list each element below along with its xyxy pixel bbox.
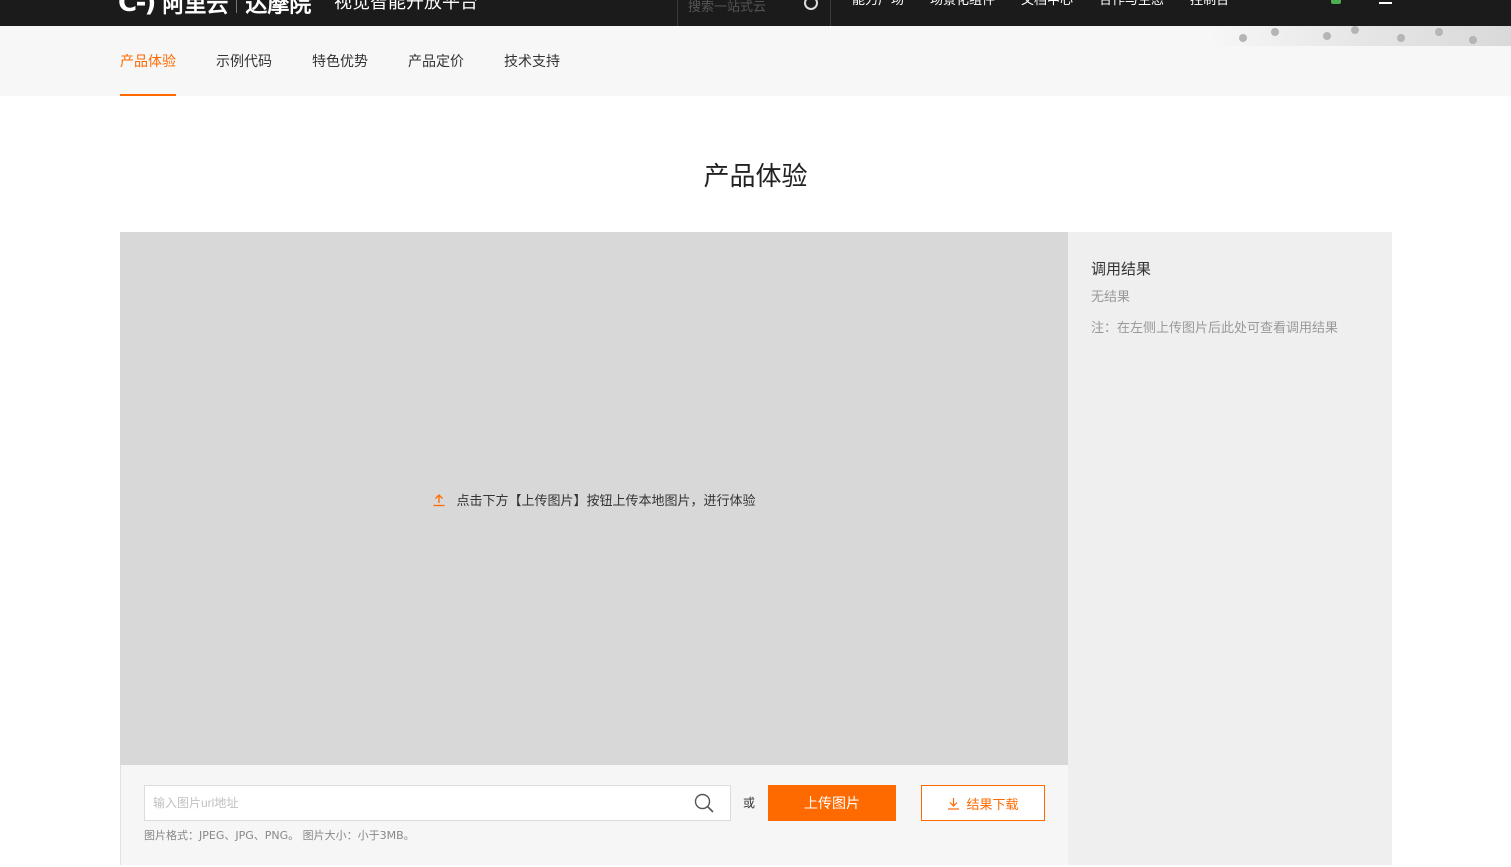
tab-support[interactable]: 技术支持 [504, 26, 560, 96]
section-title: 产品体验 [703, 162, 808, 192]
upload-hint-text: 点击下方【上传图片】按钮上传本地图片，进行体验 [456, 494, 756, 509]
nav-item[interactable]: 场景化组件 [930, 0, 995, 8]
nav-item[interactable]: 文档中心 [1021, 0, 1073, 8]
brand-logo[interactable]: C-) 阿里云 达摩院 [118, 0, 311, 20]
aliyun-logo-text: 阿里云 [162, 0, 229, 18]
nav-item[interactable]: 合作与生态 [1099, 0, 1164, 8]
nav-item[interactable]: 能力广场 [852, 0, 904, 8]
format-note: 图片格式：JPEG、JPG、PNG。 图片大小：小于3MB。 [144, 829, 415, 842]
download-icon [948, 797, 960, 810]
nav-item[interactable]: 控制台 [1190, 0, 1229, 8]
header-search[interactable]: 搜索一站式云 [677, 0, 831, 26]
product-subnav: 产品体验 示例代码 特色优势 产品定价 技术支持 [0, 26, 1511, 96]
tab-pricing[interactable]: 产品定价 [408, 26, 464, 96]
or-label: 或 [743, 796, 756, 810]
user-status-icon[interactable] [1331, 0, 1341, 4]
damo-logo-text: 达摩院 [245, 0, 312, 18]
aliyun-logo-icon: C-) [118, 0, 156, 18]
upload-hint: 点击下方【上传图片】按钮上传本地图片，进行体验 [120, 490, 1068, 509]
download-result-label: 结果下载 [966, 796, 1019, 812]
platform-title[interactable]: 视觉智能开放平台 [334, 0, 478, 14]
result-title: 调用结果 [1091, 260, 1152, 278]
decorative-banner [1211, 26, 1511, 46]
result-note: 注：在左侧上传图片后此处可查看调用结果 [1091, 321, 1339, 336]
header-nav: 能力广场 场景化组件 文档中心 合作与生态 控制台 [852, 0, 1229, 8]
result-empty-text: 无结果 [1091, 290, 1131, 305]
download-result-button[interactable]: 结果下载 [921, 785, 1045, 821]
search-icon[interactable] [694, 793, 714, 813]
tab-sample-code[interactable]: 示例代码 [216, 26, 272, 96]
image-url-input[interactable] [145, 786, 685, 820]
upload-image-button[interactable]: 上传图片 [768, 785, 896, 821]
upload-icon [433, 493, 445, 506]
subnav-tabs: 产品体验 示例代码 特色优势 产品定价 技术支持 [120, 26, 560, 96]
top-header: C-) 阿里云 达摩院 视觉智能开放平台 搜索一站式云 能力广场 场景化组件 文… [0, 0, 1511, 26]
divider [120, 765, 121, 865]
upload-controls: 或 上传图片 结果下载 图片格式：JPEG、JPG、PNG。 图片大小：小于3M… [120, 765, 1068, 865]
tab-product-experience[interactable]: 产品体验 [120, 26, 176, 96]
menu-icon[interactable] [1379, 2, 1392, 4]
result-panel: 调用结果 无结果 注：在左侧上传图片后此处可查看调用结果 [1068, 232, 1392, 865]
search-icon[interactable] [804, 0, 818, 10]
image-preview-area: 点击下方【上传图片】按钮上传本地图片，进行体验 [120, 232, 1068, 765]
url-input-wrapper [144, 785, 731, 821]
tab-features[interactable]: 特色优势 [312, 26, 368, 96]
header-search-placeholder: 搜索一站式云 [688, 0, 767, 15]
logo-divider [236, 0, 238, 13]
